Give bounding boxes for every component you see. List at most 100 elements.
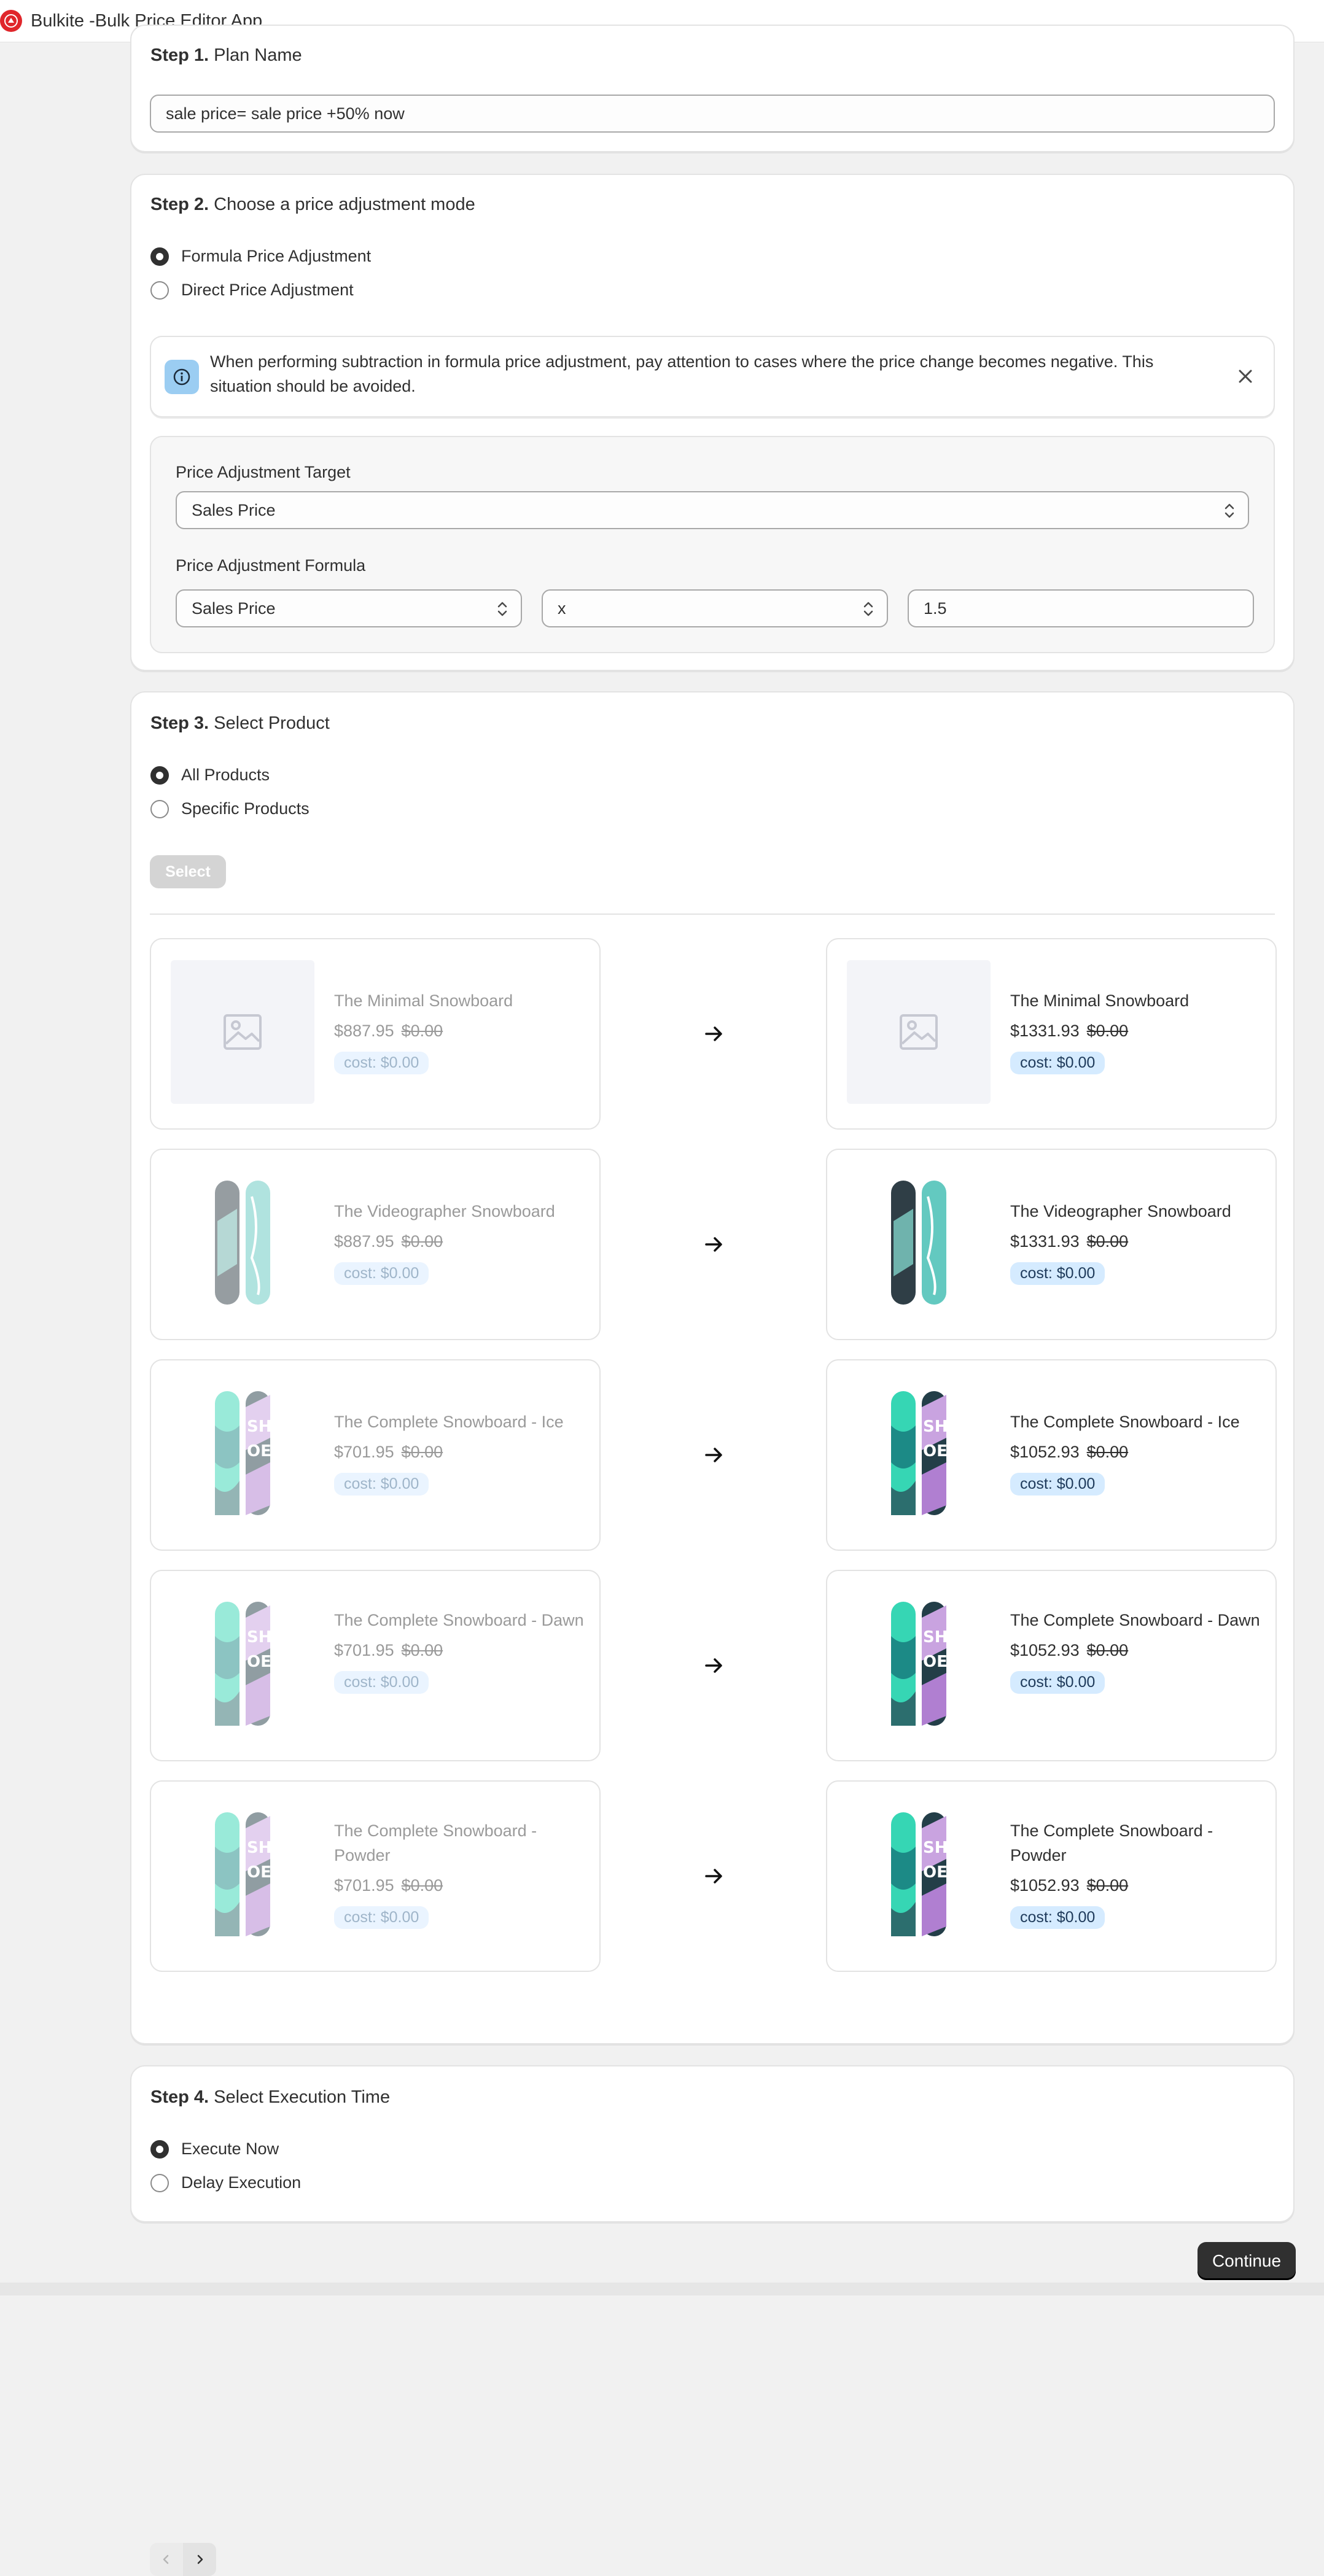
arrow-right-icon (705, 1026, 722, 1041)
product-name: The Complete Snowboard - Ice (334, 1413, 564, 1431)
formula-value-text: 1.5 (924, 599, 947, 618)
product-image (171, 1171, 314, 1314)
step3-number: Step 3. (150, 713, 209, 733)
svg-text:SH: SH (247, 1418, 272, 1436)
formula-operator-value: x (558, 599, 566, 618)
product-prices: $887.95 $0.00 (334, 1022, 587, 1041)
product-info: The Minimal Snowboard $887.95 $0.00 cost: $… (334, 988, 587, 1074)
radio-delay-execution[interactable]: Delay Execution (150, 2173, 301, 2192)
radio-label: Specific Products (181, 799, 310, 818)
product-card-before: SH OE The Complete Snowboard - Ice $701.95 $… (150, 1359, 601, 1551)
product-info: The Complete Snowboard - Powder $1052.93 $… (1010, 1818, 1263, 1929)
step3-heading: Step 3. Select Product (150, 713, 330, 734)
cost-badge: cost: $0.00 (334, 1052, 429, 1074)
product-name: The Videographer Snowboard (334, 1202, 555, 1220)
product-prices: $1052.93 $0.00 (1010, 1443, 1263, 1462)
step4-title: Select Execution Time (214, 2087, 391, 2107)
product-name: The Complete Snowboard - Dawn (1010, 1611, 1260, 1629)
product-name: The Minimal Snowboard (1010, 991, 1190, 1010)
product-card-after: SH OE The Complete Snowboard - Powder $1052… (826, 1780, 1277, 1972)
product-card-after: The Minimal Snowboard $1331.93 $0.00 cost: … (826, 938, 1277, 1130)
product-info: The Videographer Snowboard $1331.93 $0.00 c… (1010, 1199, 1263, 1285)
radio-label: All Products (181, 766, 270, 784)
step1-card: Step 1. Plan Name sale price= sale price… (130, 25, 1295, 152)
formula-value-input[interactable]: 1.5 (908, 589, 1254, 627)
product-price: $1331.93 (1010, 1022, 1080, 1040)
radio-unchecked-icon[interactable] (150, 281, 169, 300)
plan-name-input[interactable]: sale price= sale price +50% now (150, 95, 1275, 133)
radio-formula-adjustment[interactable]: Formula Price Adjustment (150, 247, 371, 266)
radio-checked-icon[interactable] (150, 247, 169, 266)
product-info: The Complete Snowboard - Dawn $1052.93 $0.… (1010, 1608, 1263, 1694)
svg-text:SH: SH (247, 1839, 272, 1857)
compare-at-price: $0.00 (401, 1641, 443, 1659)
radio-checked-icon[interactable] (150, 2140, 169, 2159)
cost-badge: cost: $0.00 (1010, 1052, 1105, 1074)
placeholder-image-icon (171, 960, 314, 1104)
svg-text:OE: OE (247, 1442, 271, 1461)
radio-execute-now[interactable]: Execute Now (150, 2140, 279, 2159)
bottom-shade (0, 2283, 1324, 2295)
next-page-button[interactable] (183, 2543, 216, 2576)
formula-operator-select[interactable]: x (542, 589, 888, 627)
target-label: Price Adjustment Target (176, 463, 351, 481)
product-image: SH OE (171, 1381, 314, 1525)
step1-heading: Step 1. Plan Name (150, 45, 302, 66)
product-prices: $701.95 $0.00 (334, 1876, 587, 1895)
product-card-before: The Videographer Snowboard $887.95 $0.00 co… (150, 1149, 601, 1340)
product-price: $1052.93 (1010, 1443, 1080, 1461)
radio-checked-icon[interactable] (150, 766, 169, 785)
arrow-right-icon (705, 1448, 722, 1462)
compare-at-price: $0.00 (1086, 1443, 1129, 1461)
select-products-button[interactable]: Select (150, 855, 226, 888)
cost-badge: cost: $0.00 (334, 1473, 429, 1496)
svg-text:OE: OE (923, 1653, 948, 1671)
continue-button[interactable]: Continue (1197, 2242, 1296, 2280)
radio-specific-products[interactable]: Specific Products (150, 799, 310, 818)
product-info: The Videographer Snowboard $887.95 $0.00 co… (334, 1199, 587, 1285)
target-select-value: Sales Price (192, 500, 276, 519)
product-info: The Complete Snowboard - Dawn $701.95 $0.0… (334, 1608, 587, 1694)
product-image: SH OE (171, 1802, 314, 1946)
product-name: The Complete Snowboard - Powder (334, 1821, 537, 1864)
svg-text:SH: SH (247, 1628, 272, 1647)
product-price: $701.95 (334, 1876, 394, 1895)
product-image (847, 1171, 991, 1314)
product-prices: $1052.93 $0.00 (1010, 1641, 1263, 1660)
compare-at-price: $0.00 (401, 1443, 443, 1461)
product-info: The Minimal Snowboard $1331.93 $0.00 cost: … (1010, 988, 1263, 1074)
compare-at-price: $0.00 (1086, 1876, 1129, 1895)
cost-badge: cost: $0.00 (1010, 1671, 1105, 1694)
divider (150, 914, 1275, 915)
product-price: $887.95 (334, 1232, 394, 1251)
formula-field-select[interactable]: Sales Price (176, 589, 522, 627)
svg-text:OE: OE (923, 1442, 948, 1461)
product-prices: $1331.93 $0.00 (1010, 1022, 1263, 1041)
product-name: The Complete Snowboard - Dawn (334, 1611, 584, 1629)
product-price: $701.95 (334, 1641, 394, 1659)
product-prices: $887.95 $0.00 (334, 1232, 587, 1251)
chevron-left-icon (163, 2555, 169, 2564)
product-card-after: The Videographer Snowboard $1331.93 $0.00 c… (826, 1149, 1277, 1340)
cost-badge: cost: $0.00 (334, 1671, 429, 1694)
formula-panel: Price Adjustment Target Sales Price Pric… (150, 436, 1275, 653)
target-select[interactable]: Sales Price (176, 491, 1249, 529)
radio-direct-adjustment[interactable]: Direct Price Adjustment (150, 281, 354, 300)
info-banner-text: When performing subtraction in formula p… (210, 352, 1154, 395)
svg-text:OE: OE (923, 1863, 948, 1882)
compare-at-price: $0.00 (401, 1876, 443, 1895)
step3-title: Select Product (214, 713, 330, 733)
select-chevron-icon (1225, 503, 1234, 518)
close-icon[interactable] (1233, 364, 1258, 389)
pagination (150, 2543, 216, 2576)
product-image: SH OE (847, 1381, 991, 1525)
radio-unchecked-icon[interactable] (150, 799, 169, 818)
previous-page-button[interactable] (150, 2543, 183, 2576)
compare-at-price: $0.00 (1086, 1641, 1129, 1659)
radio-unchecked-icon[interactable] (150, 2173, 169, 2192)
radio-all-products[interactable]: All Products (150, 766, 270, 785)
step4-card: Step 4. Select Execution Time Execute No… (130, 2065, 1295, 2222)
svg-text:SH: SH (923, 1628, 948, 1647)
product-card-after: SH OE The Complete Snowboard - Ice $1052.93… (826, 1359, 1277, 1551)
arrow-right-icon (705, 1237, 722, 1252)
